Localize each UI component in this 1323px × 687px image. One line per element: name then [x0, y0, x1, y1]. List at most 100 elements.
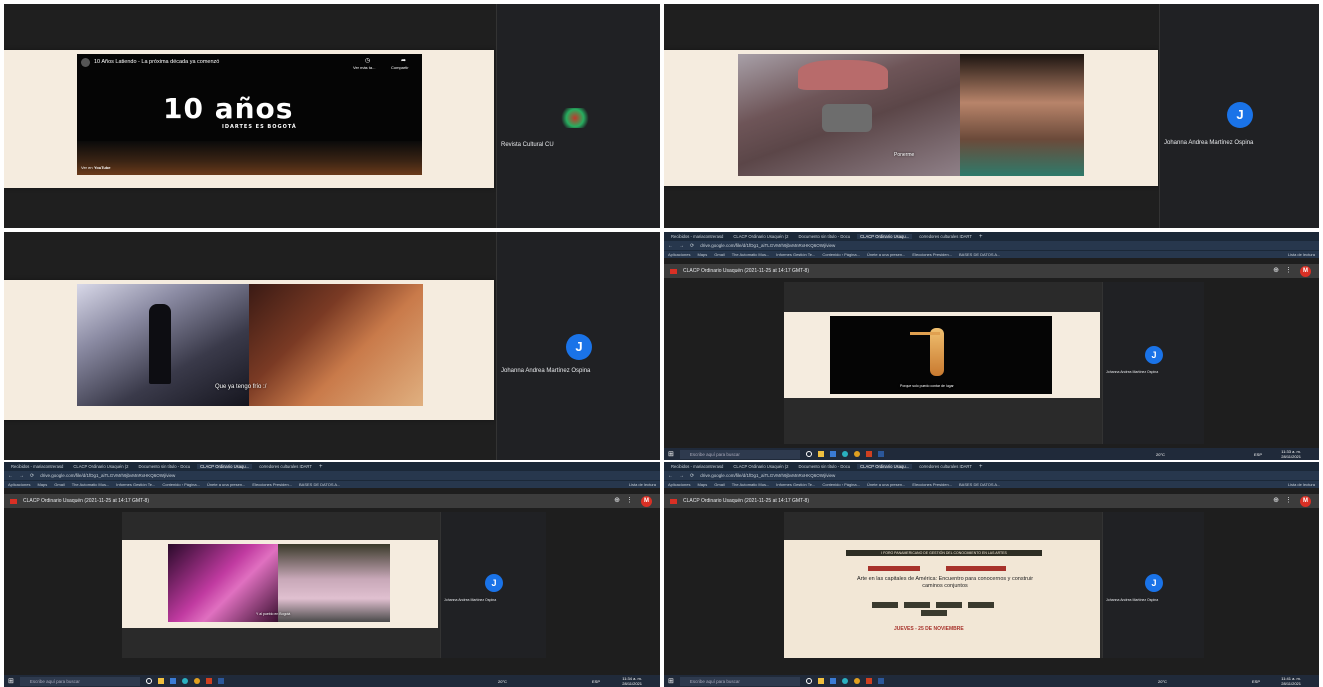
reload-icon[interactable]: ⟳ — [690, 243, 694, 249]
reload-icon[interactable]: ⟳ — [690, 473, 694, 479]
tab-corredores[interactable]: corredores culturales IDART — [916, 234, 975, 239]
back-icon[interactable]: ← — [8, 473, 13, 479]
bookmark-unete[interactable]: Únete a una presen... — [867, 482, 905, 487]
bookmark-unete[interactable]: Únete a una presen... — [207, 482, 245, 487]
word-icon[interactable] — [877, 451, 884, 457]
new-tab-icon[interactable]: + — [319, 464, 323, 470]
bookmark-bases[interactable]: BASES DE DATOS A... — [959, 252, 1000, 257]
bookmark-maps[interactable]: Maps — [37, 482, 47, 487]
reading-list[interactable]: Lista de lectura — [1288, 252, 1315, 257]
windows-start-icon[interactable]: ⊞ — [668, 677, 674, 685]
bookmark-elecciones[interactable]: Elecciones Presiden... — [252, 482, 292, 487]
bookmark-apps[interactable]: Aplicaciones — [668, 252, 690, 257]
url-field[interactable]: drive.google.com/file/d/1fDg1_aiTLGVMrh9… — [40, 473, 175, 478]
chrome-icon[interactable] — [853, 451, 860, 457]
bookmark-apps[interactable]: Aplicaciones — [8, 482, 30, 487]
tab-doc[interactable]: Documento sin título - Docu — [795, 464, 853, 469]
chrome-icon[interactable] — [853, 678, 860, 684]
bookmark-contenido[interactable]: Contenido › Página... — [162, 482, 200, 487]
bookmark-automatic[interactable]: The Automatic Mus... — [732, 252, 770, 257]
tab-clacp-active[interactable]: CLACP Ordinario Usaqu... — [197, 464, 253, 469]
mail-icon[interactable] — [829, 678, 836, 684]
video-player-q5[interactable]: Y al pueblo en Bogotá J Johanna Andrea M… — [122, 512, 546, 658]
explorer-icon[interactable] — [817, 678, 824, 684]
more-options-icon[interactable]: ⋮ — [1285, 266, 1292, 274]
cortana-icon[interactable] — [805, 451, 812, 457]
back-icon[interactable]: ← — [668, 243, 673, 249]
bookmark-automatic[interactable]: The Automatic Mus... — [732, 482, 770, 487]
forward-icon[interactable]: → — [679, 243, 684, 249]
url-field[interactable]: drive.google.com/file/d/1fDg1_aiTLGVMrh9… — [700, 473, 835, 478]
tab-clacp[interactable]: CLACP Ordinario Usaquén (2 — [730, 234, 791, 239]
app-icon[interactable] — [865, 678, 872, 684]
bookmark-informes[interactable]: Informes Gestión Te... — [116, 482, 155, 487]
taskbar-search[interactable]: Escribe aquí para buscar — [19, 676, 140, 686]
bookmark-gmail[interactable]: Gmail — [714, 482, 724, 487]
taskbar-search[interactable]: Escribe aquí para buscar — [679, 449, 800, 459]
watch-later-button[interactable]: Ver más ta... — [353, 65, 375, 70]
user-avatar[interactable]: M — [641, 496, 652, 507]
tab-doc[interactable]: Documento sin título - Docu — [795, 234, 853, 239]
url-field[interactable]: drive.google.com/file/d/1fDg1_aiTLGVMrh9… — [700, 243, 835, 248]
more-options-icon[interactable]: ⋮ — [1285, 496, 1292, 504]
link-button-1[interactable] — [868, 566, 920, 571]
reading-list[interactable]: Lista de lectura — [1288, 482, 1315, 487]
edge-icon[interactable] — [841, 451, 848, 457]
bookmark-contenido[interactable]: Contenido › Página... — [822, 252, 860, 257]
bookmark-unete[interactable]: Únete a una presen... — [867, 252, 905, 257]
bookmark-apps[interactable]: Aplicaciones — [668, 482, 690, 487]
app-icon[interactable] — [865, 451, 872, 457]
app-icon[interactable] — [205, 678, 212, 684]
bookmark-maps[interactable]: Maps — [697, 482, 707, 487]
tab-clacp[interactable]: CLACP Ordinario Usaquén (2 — [730, 464, 791, 469]
bookmark-bases[interactable]: BASES DE DATOS A... — [299, 482, 340, 487]
video-player-q6[interactable]: I FORO PANAMERICANO DE GESTIÓN DEL CONOC… — [784, 512, 1204, 658]
open-with-icon[interactable]: ⊕ — [614, 496, 620, 504]
windows-start-icon[interactable]: ⊞ — [668, 450, 674, 458]
reading-list[interactable]: Lista de lectura — [629, 482, 656, 487]
taskbar-search[interactable]: Escribe aquí para buscar — [679, 676, 800, 686]
bookmark-informes[interactable]: Informes Gestión Te... — [776, 252, 815, 257]
bookmark-elecciones[interactable]: Elecciones Presiden... — [912, 252, 952, 257]
date-button-1[interactable] — [872, 602, 898, 608]
cortana-icon[interactable] — [805, 678, 812, 684]
youtube-logo[interactable]: YouTube — [94, 165, 111, 170]
youtube-video-q1[interactable]: 10 Años Latiendo - La próxima década ya … — [77, 54, 422, 175]
tab-gmail[interactable]: Recibidos - mariacontrerasd — [8, 464, 66, 469]
bookmark-gmail[interactable]: Gmail — [714, 252, 724, 257]
tab-corredores[interactable]: corredores culturales IDART — [916, 464, 975, 469]
more-options-icon[interactable]: ⋮ — [626, 496, 633, 504]
bookmark-informes[interactable]: Informes Gestión Te... — [776, 482, 815, 487]
tab-clacp-active[interactable]: CLACP Ordinario Usaqu... — [857, 234, 913, 239]
open-with-icon[interactable]: ⊕ — [1273, 496, 1279, 504]
open-with-icon[interactable]: ⊕ — [1273, 266, 1279, 274]
bookmark-maps[interactable]: Maps — [697, 252, 707, 257]
tab-gmail[interactable]: Recibidos - mariacontrerasd — [668, 234, 726, 239]
reload-icon[interactable]: ⟳ — [30, 473, 34, 479]
bookmark-elecciones[interactable]: Elecciones Presiden... — [912, 482, 952, 487]
windows-start-icon[interactable]: ⊞ — [8, 677, 14, 685]
forward-icon[interactable]: → — [679, 473, 684, 479]
link-button-2[interactable] — [946, 566, 1006, 571]
date-button-2[interactable] — [904, 602, 930, 608]
tab-gmail[interactable]: Recibidos - mariacontrerasd — [668, 464, 726, 469]
tab-clacp[interactable]: CLACP Ordinario Usaquén (2 — [70, 464, 131, 469]
video-player-q4[interactable]: Porque solo puedo contar de lugar J Joha… — [784, 282, 1204, 444]
bookmark-contenido[interactable]: Contenido › Página... — [822, 482, 860, 487]
date-button-3[interactable] — [936, 602, 962, 608]
explorer-icon[interactable] — [157, 678, 164, 684]
edge-icon[interactable] — [841, 678, 848, 684]
tab-clacp-active[interactable]: CLACP Ordinario Usaqu... — [857, 464, 913, 469]
date-button-4[interactable] — [968, 602, 994, 608]
bookmark-automatic[interactable]: The Automatic Mus... — [72, 482, 110, 487]
word-icon[interactable] — [877, 678, 884, 684]
back-icon[interactable]: ← — [668, 473, 673, 479]
explorer-icon[interactable] — [817, 451, 824, 457]
user-avatar[interactable]: M — [1300, 496, 1311, 507]
tab-corredores[interactable]: corredores culturales IDART — [256, 464, 315, 469]
tab-doc[interactable]: Documento sin título - Docu — [135, 464, 193, 469]
forward-icon[interactable]: → — [19, 473, 24, 479]
chrome-icon[interactable] — [193, 678, 200, 684]
new-tab-icon[interactable]: + — [979, 464, 983, 470]
mail-icon[interactable] — [169, 678, 176, 684]
